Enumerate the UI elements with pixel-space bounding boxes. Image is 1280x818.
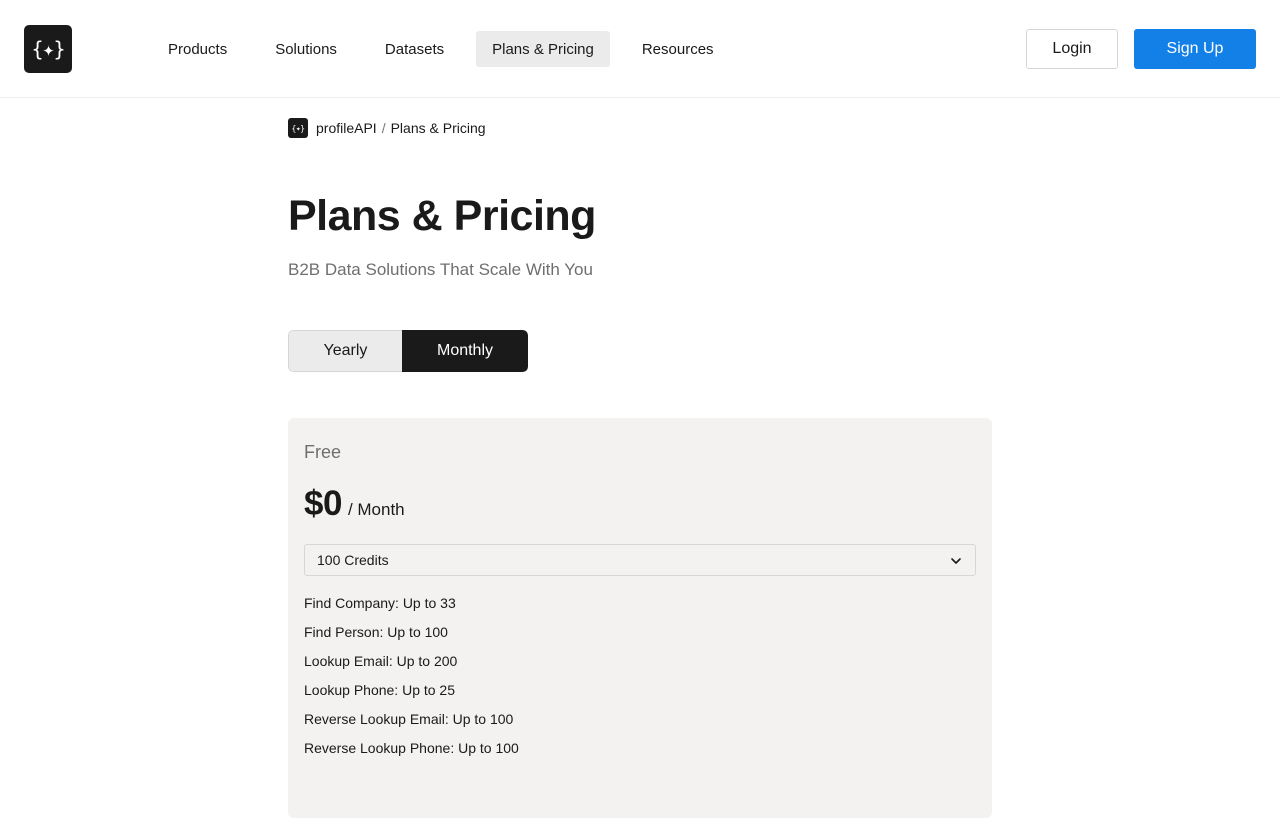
plan-price: $0 / Month bbox=[304, 484, 405, 524]
feature-item: Find Person: Up to 100 bbox=[304, 624, 448, 640]
plan-card-free: Free $0 / Month 100 Credits Find Company… bbox=[288, 418, 992, 818]
feature-item: Reverse Lookup Phone: Up to 100 bbox=[304, 740, 519, 756]
breadcrumb-separator: / bbox=[381, 120, 386, 136]
nav-products[interactable]: Products bbox=[152, 31, 243, 67]
feature-item: Lookup Phone: Up to 25 bbox=[304, 682, 456, 698]
feature-item: Find Company: Up to 33 bbox=[304, 595, 456, 611]
nav-resources[interactable]: Resources bbox=[626, 31, 730, 67]
page-title: Plans & Pricing bbox=[288, 192, 596, 240]
price-amount: $0 bbox=[304, 484, 342, 523]
toggle-monthly[interactable]: Monthly bbox=[402, 330, 528, 372]
credits-select[interactable]: 100 Credits bbox=[304, 544, 976, 576]
feature-list: Find Company: Up to 33 Find Person: Up t… bbox=[304, 594, 519, 768]
main-nav: Products Solutions Datasets Plans & Pric… bbox=[152, 31, 730, 67]
signup-button[interactable]: Sign Up bbox=[1134, 29, 1256, 69]
logo-icon[interactable]: {✦} bbox=[24, 25, 72, 73]
site-header: {✦} Products Solutions Datasets Plans & … bbox=[0, 0, 1280, 98]
nav-solutions[interactable]: Solutions bbox=[259, 31, 353, 67]
chevron-down-icon bbox=[951, 558, 961, 564]
nav-plans-pricing[interactable]: Plans & Pricing bbox=[476, 31, 610, 67]
breadcrumb: {✦} profileAPI / Plans & Pricing bbox=[288, 118, 486, 138]
price-period: / Month bbox=[347, 500, 405, 519]
breadcrumb-home-link[interactable]: profileAPI bbox=[316, 120, 377, 136]
breadcrumb-logo-icon: {✦} bbox=[288, 118, 308, 138]
login-button[interactable]: Login bbox=[1026, 29, 1118, 69]
credits-select-value: 100 Credits bbox=[317, 552, 389, 568]
feature-item: Lookup Email: Up to 200 bbox=[304, 653, 458, 669]
breadcrumb-current: Plans & Pricing bbox=[390, 120, 486, 136]
plan-name: Free bbox=[304, 442, 342, 462]
nav-datasets[interactable]: Datasets bbox=[369, 31, 460, 67]
feature-item: Reverse Lookup Email: Up to 100 bbox=[304, 711, 514, 727]
billing-toggle: Yearly Monthly bbox=[288, 330, 528, 372]
toggle-yearly[interactable]: Yearly bbox=[288, 330, 402, 372]
page-subtitle: B2B Data Solutions That Scale With You bbox=[288, 260, 593, 279]
